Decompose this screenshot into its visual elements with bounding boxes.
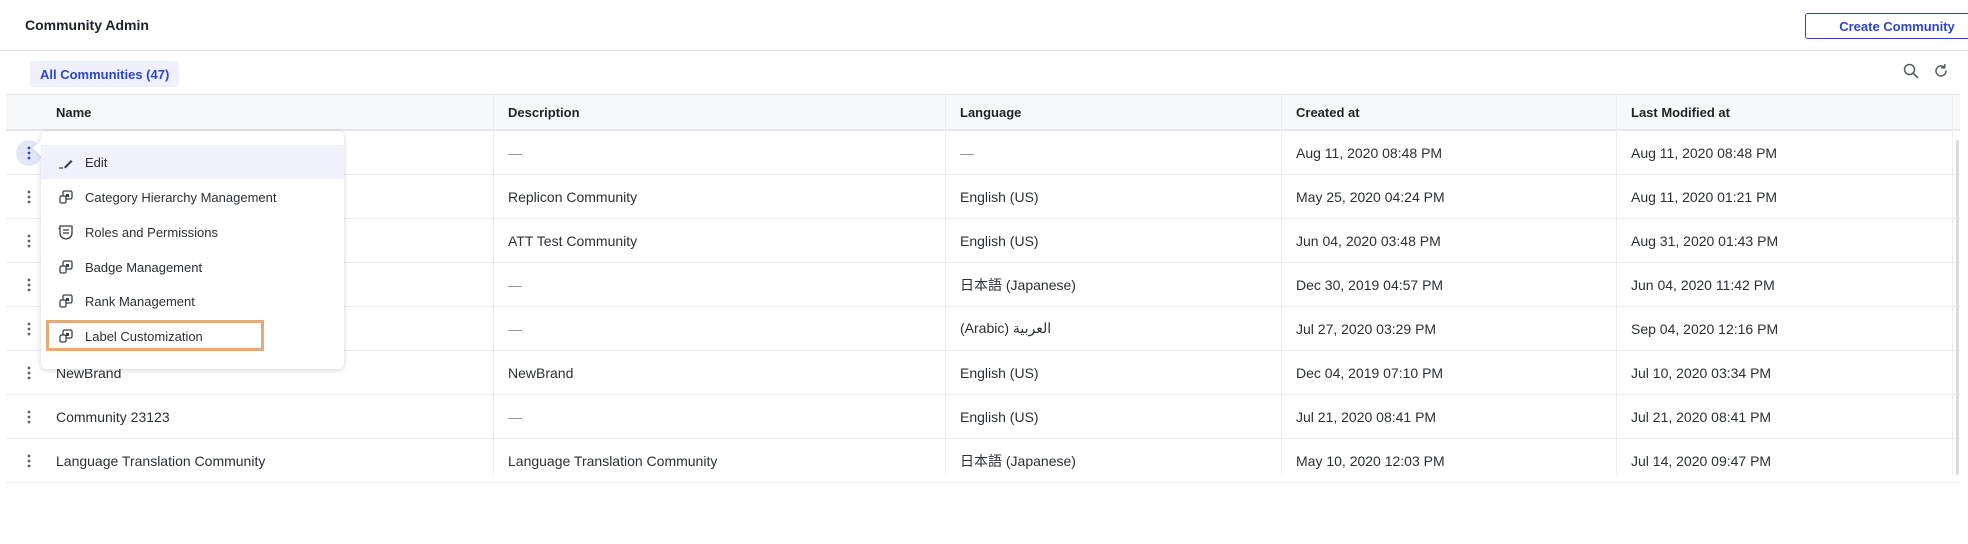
cell-last-modified-at: Jun 04, 2020 11:42 PM: [1631, 276, 1775, 293]
search-button[interactable]: [1900, 60, 1922, 82]
cell-language: (Arabic) العربية: [960, 320, 1052, 336]
cell-created-at: Jul 21, 2020 08:41 PM: [1296, 408, 1437, 425]
cell-description: —: [508, 276, 522, 293]
refresh-button[interactable]: [1930, 60, 1952, 82]
cell-description: —: [508, 408, 522, 425]
cell-language: English (US): [960, 408, 1039, 425]
column-divider: [945, 94, 946, 475]
cell-description: —: [508, 144, 522, 161]
column-divider: [1616, 94, 1617, 475]
menu-item-label: Roles and Permissions: [85, 224, 218, 240]
row-actions-button[interactable]: [16, 448, 42, 474]
module-icon: [58, 189, 74, 205]
kebab-icon: [27, 146, 31, 160]
row-actions-button[interactable]: [16, 184, 42, 210]
column-header-description[interactable]: Description: [508, 95, 580, 129]
kebab-icon: [27, 322, 31, 336]
cell-created-at: May 10, 2020 12:03 PM: [1296, 452, 1445, 469]
cell-name[interactable]: Language Translation Community: [56, 439, 265, 482]
module-icon: [58, 259, 74, 275]
cell-description: ATT Test Community: [508, 232, 638, 249]
kebab-icon: [27, 234, 31, 248]
menu-item-label: Badge Management: [85, 259, 203, 275]
module-icon: [58, 293, 74, 309]
cell-last-modified-at: Sep 04, 2020 12:16 PM: [1631, 320, 1779, 337]
column-divider: [493, 94, 494, 475]
kebab-icon: [27, 366, 31, 380]
column-divider: [1281, 94, 1282, 475]
cell-created-at: Jun 04, 2020 03:48 PM: [1296, 232, 1441, 249]
menu-item-label: Category Hierarchy Management: [85, 189, 277, 205]
column-header-created-at[interactable]: Created at: [1296, 95, 1360, 129]
menu-item-edit[interactable]: Edit: [41, 145, 344, 179]
cell-language: English (US): [960, 232, 1039, 249]
page-header: Community Admin Create Community: [0, 0, 1968, 51]
row-actions-button[interactable]: [16, 404, 42, 430]
cell-created-at: May 25, 2020 04:24 PM: [1296, 188, 1445, 205]
cell-last-modified-at: Jul 10, 2020 03:34 PM: [1631, 364, 1772, 381]
menu-item-rank-management[interactable]: Rank Management: [41, 284, 344, 318]
kebab-icon: [27, 190, 31, 204]
menu-item-label: Rank Management: [85, 293, 195, 309]
table-header: Name Description Language Created at Las…: [6, 94, 1960, 131]
cell-created-at: Aug 11, 2020 08:48 PM: [1296, 144, 1443, 161]
kebab-icon: [27, 410, 31, 424]
cell-last-modified-at: Jul 14, 2020 09:47 PM: [1631, 452, 1772, 469]
row-actions-button[interactable]: [16, 228, 42, 254]
cell-language: 日本語 (Japanese): [960, 452, 1076, 469]
menu-item-roles-and-permissions[interactable]: Roles and Permissions: [41, 215, 344, 249]
create-community-button[interactable]: Create Community: [1805, 13, 1968, 39]
vertical-scrollbar[interactable]: [1956, 140, 1959, 475]
cell-description: NewBrand: [508, 364, 574, 381]
row-actions-button[interactable]: [16, 316, 42, 342]
tab-all-communities[interactable]: All Communities (47): [30, 61, 180, 87]
cell-created-at: Jul 27, 2020 03:29 PM: [1296, 320, 1437, 337]
pencil-icon: [58, 154, 74, 170]
cell-description: Language Translation Community: [508, 452, 718, 469]
cell-last-modified-at: Jul 21, 2020 08:41 PM: [1631, 408, 1772, 425]
menu-item-category-hierarchy-management[interactable]: Category Hierarchy Management: [41, 180, 344, 214]
cell-name[interactable]: Community 23123: [56, 395, 170, 438]
column-divider: [1952, 94, 1953, 475]
table-row[interactable]: Language Translation Community Language T…: [6, 439, 1960, 483]
search-icon: [1903, 63, 1919, 79]
column-header-last-modified-at[interactable]: Last Modified at: [1631, 95, 1730, 129]
cell-created-at: Dec 30, 2019 04:57 PM: [1296, 276, 1444, 293]
cell-created-at: Dec 04, 2019 07:10 PM: [1296, 364, 1444, 381]
kebab-icon: [27, 454, 31, 468]
cell-last-modified-at: Aug 31, 2020 01:43 PM: [1631, 232, 1779, 249]
column-header-language[interactable]: Language: [960, 95, 1021, 129]
row-actions-button[interactable]: [16, 360, 42, 386]
cell-last-modified-at: Aug 11, 2020 01:21 PM: [1631, 188, 1778, 205]
kebab-icon: [27, 278, 31, 292]
roles-icon: [58, 224, 74, 240]
cell-description: —: [508, 320, 522, 337]
menu-item-badge-management[interactable]: Badge Management: [41, 250, 344, 284]
column-header-name[interactable]: Name: [56, 95, 91, 129]
cell-description: Replicon Community: [508, 188, 638, 205]
row-actions-button[interactable]: [16, 272, 42, 298]
page-title: Community Admin: [25, 17, 149, 33]
cell-language: —: [960, 144, 974, 161]
cell-language: English (US): [960, 364, 1039, 381]
table-row[interactable]: Community 23123 — English (US) Jul 21, 2020…: [6, 395, 1960, 439]
cell-last-modified-at: Aug 11, 2020 08:48 PM: [1631, 144, 1778, 161]
refresh-icon: [1935, 63, 1947, 77]
cell-language: English (US): [960, 188, 1039, 205]
cell-language: 日本語 (Japanese): [960, 276, 1076, 293]
highlight-annotation: [46, 320, 264, 351]
menu-item-label: Edit: [85, 154, 108, 170]
